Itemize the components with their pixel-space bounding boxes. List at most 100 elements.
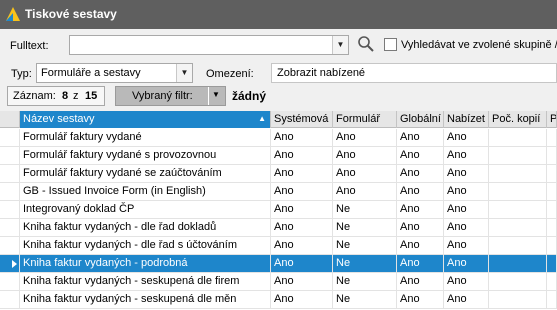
cell-copies [489,255,547,273]
chevron-down-icon[interactable]: ▼ [212,90,220,99]
cell-offer: Ano [444,129,489,147]
cell-name: Kniha faktur vydaných - podrobná [20,255,271,273]
cell-copies [489,273,547,291]
record-current: 8 [62,90,69,102]
grid-rows: Formulář faktury vydané Ano Ano Ano Ano Formu… [0,129,557,309]
cell-system: Ano [271,219,333,237]
cell-offer: Ano [444,219,489,237]
cell-offer: Ano [444,255,489,273]
cell-global: Ano [397,129,444,147]
cell-system: Ano [271,255,333,273]
current-row-arrow-icon [12,260,17,268]
fulltext-input[interactable]: ▼ [69,35,349,55]
cell-name: Kniha faktur vydaných - seskupená dle fi… [20,273,271,291]
title-bar: Tiskové sestavy [0,0,557,29]
cell-form: Ne [333,273,397,291]
column-header-form[interactable]: Formulář [333,111,397,128]
cell-form: Ne [333,237,397,255]
cell-p [547,129,557,147]
cell-system: Ano [271,183,333,201]
cell-offer: Ano [444,165,489,183]
cell-offer: Ano [444,291,489,309]
cell-system: Ano [271,147,333,165]
column-header-global[interactable]: Globální [397,111,444,128]
cell-name: GB - Issued Invoice Form (in English) [20,183,271,201]
cell-copies [489,165,547,183]
cell-global: Ano [397,201,444,219]
cell-copies [489,129,547,147]
table-row[interactable]: Kniha faktur vydaných - podrobná Ano Ne Ano… [0,255,557,273]
search-in-group-label: Vyhledávat ve zvolené skupině / [401,39,557,51]
cell-system: Ano [271,129,333,147]
table-row[interactable]: Kniha faktur vydaných - dle řad s účtová… [0,237,557,255]
cell-global: Ano [397,165,444,183]
cell-name: Formulář faktury vydané [20,129,271,147]
table-row[interactable]: Kniha faktur vydaných - dle řad dokladů A… [0,219,557,237]
cell-global: Ano [397,273,444,291]
cell-system: Ano [271,291,333,309]
chevron-down-icon[interactable]: ▼ [176,64,192,82]
row-indicator [0,165,20,183]
table-row[interactable]: GB - Issued Invoice Form (in English) Ano… [0,183,557,201]
cell-copies [489,291,547,309]
cell-form: Ne [333,255,397,273]
fulltext-label: Fulltext: [10,40,49,52]
cell-form: Ano [333,165,397,183]
cell-name: Formulář faktury vydané se zaúčtováním [20,165,271,183]
cell-form: Ano [333,183,397,201]
column-header-name[interactable]: Název sestavy ▲ [20,111,271,128]
cell-copies [489,183,547,201]
chevron-down-icon[interactable]: ▼ [332,36,348,54]
cell-offer: Ano [444,201,489,219]
cell-copies [489,147,547,165]
column-header-copies[interactable]: Poč. kopií [489,111,547,128]
selected-filter-button[interactable]: Vybraný filtr: ▼ [115,86,226,106]
row-indicator [0,255,20,273]
window-title: Tiskové sestavy [25,7,117,21]
cell-form: Ano [333,129,397,147]
table-row[interactable]: Kniha faktur vydaných - seskupená dle fi… [0,273,557,291]
cell-system: Ano [271,273,333,291]
column-header-p[interactable]: P [547,111,557,128]
sort-ascending-icon: ▲ [258,114,266,123]
cell-form: Ne [333,219,397,237]
cell-p [547,291,557,309]
cell-p [547,255,557,273]
cell-p [547,219,557,237]
column-header-offer[interactable]: Nabízet [444,111,489,128]
cell-system: Ano [271,201,333,219]
selected-filter-value: žádný [232,89,267,103]
cell-global: Ano [397,237,444,255]
search-icon[interactable] [357,35,375,53]
cell-form: Ano [333,147,397,165]
table-row[interactable]: Formulář faktury vydané s provozovnou Ano… [0,147,557,165]
cell-name: Integrovaný doklad ČP [20,201,271,219]
search-in-group-checkbox[interactable] [384,38,397,51]
cell-p [547,201,557,219]
record-of: z [73,90,79,102]
table-row[interactable]: Integrovaný doklad ČP Ano Ne Ano Ano [0,201,557,219]
cell-offer: Ano [444,147,489,165]
cell-p [547,147,557,165]
table-row[interactable]: Kniha faktur vydaných - seskupená dle mě… [0,291,557,309]
cell-name: Formulář faktury vydané s provozovnou [20,147,271,165]
cell-system: Ano [271,237,333,255]
row-indicator [0,147,20,165]
cell-global: Ano [397,255,444,273]
row-indicator [0,219,20,237]
row-indicator [0,273,20,291]
restriction-field[interactable]: Zobrazit nabízené [271,63,557,83]
cell-copies [489,219,547,237]
cell-name: Kniha faktur vydaných - seskupená dle mě… [20,291,271,309]
grid-header: Název sestavy ▲ Systémová Formulář Globá… [0,111,557,128]
table-row[interactable]: Formulář faktury vydané se zaúčtováním An… [0,165,557,183]
app-logo-icon [6,7,20,21]
row-indicator [0,237,20,255]
record-counter: Záznam: 8 z 15 [7,86,105,106]
table-row[interactable]: Formulář faktury vydané Ano Ano Ano Ano [0,129,557,147]
cell-form: Ne [333,291,397,309]
column-header-system[interactable]: Systémová [271,111,333,128]
cell-copies [489,201,547,219]
cell-global: Ano [397,147,444,165]
type-select[interactable]: Formuláře a sestavy ▼ [36,63,193,83]
